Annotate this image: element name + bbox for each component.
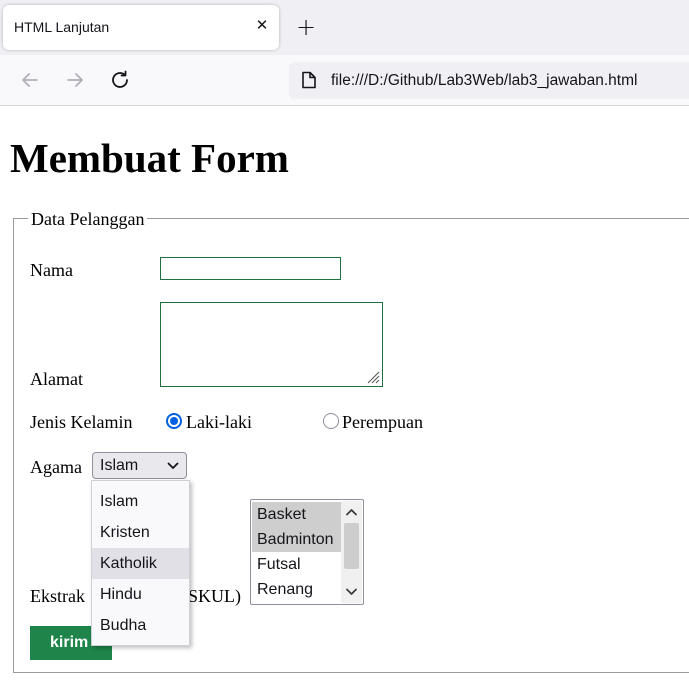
page-icon xyxy=(302,71,316,89)
scroll-down-icon[interactable] xyxy=(345,587,358,597)
nama-label: Nama xyxy=(30,260,73,280)
ekskul-option[interactable]: Basket xyxy=(252,502,342,527)
scrollbar-thumb[interactable] xyxy=(344,523,359,569)
agama-option[interactable]: Budha xyxy=(92,610,189,641)
agama-select[interactable]: Islam xyxy=(92,452,187,479)
gender-label: Jenis Kelamin xyxy=(30,412,133,432)
agama-option-hovered[interactable]: Katholik xyxy=(92,548,189,579)
agama-label: Agama xyxy=(30,457,82,477)
ekskul-label-left: Ekstrak xyxy=(30,586,85,606)
fieldset-legend: Data Pelanggan xyxy=(28,208,148,230)
ekskul-listbox[interactable]: Basket Badminton Futsal Renang xyxy=(250,499,364,605)
tab-strip: HTML Lanjutan ✕ + xyxy=(0,0,689,55)
radio-laki-laki[interactable] xyxy=(166,413,182,429)
agama-selected-value: Islam xyxy=(100,457,139,474)
address-bar[interactable]: file:///D:/Github/Lab3Web/lab3_jawaban.h… xyxy=(289,62,689,99)
scroll-up-icon[interactable] xyxy=(345,507,358,517)
forward-arrow-icon[interactable] xyxy=(63,68,87,92)
chevron-down-icon xyxy=(167,462,179,469)
reload-icon[interactable] xyxy=(108,68,132,92)
navigation-bar: file:///D:/Github/Lab3Web/lab3_jawaban.h… xyxy=(0,55,689,106)
new-tab-button[interactable]: + xyxy=(294,14,318,40)
agama-dropdown-list: Islam Kristen Katholik Hindu Budha xyxy=(91,480,190,646)
close-tab-icon[interactable]: ✕ xyxy=(252,15,272,35)
tab-title: HTML Lanjutan xyxy=(14,19,110,35)
radio-perempuan-label: Perempuan xyxy=(342,412,423,432)
radio-laki-laki-label: Laki-laki xyxy=(186,412,252,432)
url-text[interactable]: file:///D:/Github/Lab3Web/lab3_jawaban.h… xyxy=(331,72,637,90)
agama-option[interactable]: Hindu xyxy=(92,579,189,610)
alamat-label: Alamat xyxy=(30,369,83,389)
ekskul-option[interactable]: Badminton xyxy=(252,527,342,552)
browser-tab[interactable]: HTML Lanjutan ✕ xyxy=(3,5,279,50)
listbox-scrollbar[interactable] xyxy=(341,501,362,603)
page-title: Membuat Form xyxy=(10,135,289,181)
resize-grip-icon[interactable] xyxy=(365,369,380,384)
radio-perempuan[interactable] xyxy=(323,413,339,429)
ekskul-option[interactable]: Futsal xyxy=(252,552,342,577)
agama-option[interactable]: Islam xyxy=(92,486,189,517)
back-arrow-icon[interactable] xyxy=(18,68,42,92)
agama-option[interactable]: Kristen xyxy=(92,517,189,548)
ekskul-option[interactable]: Renang xyxy=(252,577,342,602)
alamat-textarea[interactable] xyxy=(160,302,383,387)
nama-input[interactable] xyxy=(160,257,341,280)
ekskul-label-right: SKUL) xyxy=(188,586,241,606)
